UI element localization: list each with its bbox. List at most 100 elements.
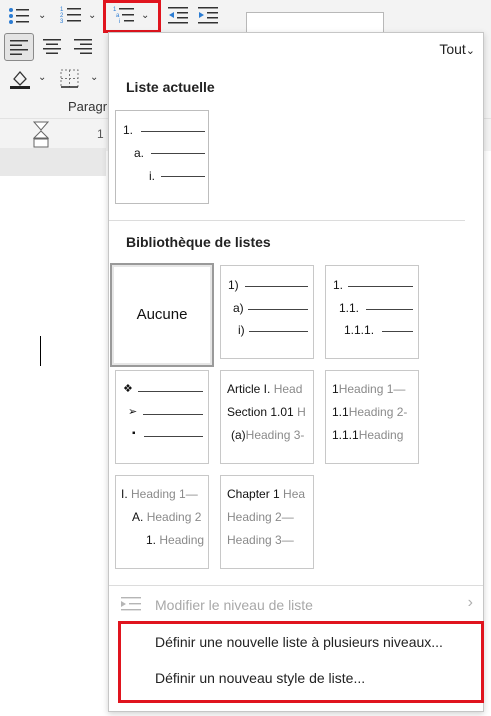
level-3-text: (a)Heading 3- (231, 428, 304, 442)
level-1-prefix: I. (121, 487, 128, 501)
none-label: Aucune (136, 306, 188, 323)
level-2-style: Heading 2 (146, 510, 202, 524)
level-3-line (382, 331, 413, 332)
level-2-label: a. (134, 146, 145, 160)
level-3-label: i. (149, 169, 155, 183)
change-level-label: Modifier le niveau de liste (155, 597, 313, 613)
level-2-prefix: 1.1 (332, 405, 349, 419)
level-1-label: 1) (228, 278, 239, 292)
filter-dropdown[interactable]: Tout⌄ (439, 41, 475, 57)
level-3-line (249, 331, 308, 332)
level-1-line (245, 286, 308, 287)
paragraph-group-label: Paragr (68, 99, 108, 114)
ruler-margin (0, 148, 106, 176)
level-1-line (138, 391, 203, 392)
decrease-indent-icon[interactable] (168, 6, 190, 24)
change-list-level-item[interactable]: Modifier le niveau de liste › (109, 588, 483, 622)
level-3-text: 1. Heading (146, 533, 204, 547)
divider (109, 220, 465, 221)
borders-icon[interactable] (60, 69, 80, 89)
change-level-icon (121, 597, 141, 611)
level-2-text: 1.1Heading 2- (332, 405, 407, 419)
level-3-line (161, 176, 205, 177)
level-1-style: Head (273, 382, 303, 396)
list-tile-heading-decimal[interactable]: 1Heading 1— 1.1Heading 2- 1.1.1Heading (325, 370, 419, 464)
library-title: Bibliothèque de listes (126, 234, 271, 250)
current-list-tile[interactable]: 1. a. i. (115, 110, 209, 204)
list-tile-none[interactable]: Aucune (110, 263, 214, 367)
level-2-line (248, 309, 308, 310)
level-1-style: Heading 1— (338, 382, 406, 396)
filter-label: Tout (439, 41, 466, 57)
level-2-line (151, 153, 205, 154)
multilevel-list-dropdown: Tout⌄ Liste actuelle 1. a. i. Bibliothèq… (108, 32, 484, 712)
increase-indent-icon[interactable] (198, 6, 220, 24)
level-3-prefix: (a) (231, 428, 246, 442)
level-3-style: Heading (358, 428, 404, 442)
chevron-right-icon: › (467, 594, 473, 611)
level-1-label: 1. (123, 123, 134, 137)
level-3-style: Heading 3- (245, 428, 305, 442)
level-1-text: Chapter 1 Hea (227, 487, 305, 501)
level-3-label: i) (238, 323, 245, 337)
shading-dropdown-chevron-icon[interactable]: ⌄ (38, 72, 46, 83)
level-1-text: I. Heading 1— (121, 487, 198, 501)
menu-items-highlight (118, 621, 484, 703)
chevron-down-icon: ⌄ (465, 45, 475, 57)
square-bullet-icon: ▪ (132, 428, 136, 439)
arrow-bullet-icon: ➢ (128, 406, 138, 418)
numbering-dropdown-chevron-icon[interactable]: ⌄ (88, 10, 96, 21)
level-2-line (366, 309, 413, 310)
ruler-number: 1 (97, 127, 104, 141)
svg-text:3: 3 (60, 19, 64, 25)
borders-dropdown-chevron-icon[interactable]: ⌄ (90, 72, 98, 83)
level-2-style: Heading 2— (227, 510, 294, 524)
level-1-label: 1. (333, 278, 344, 292)
level-1-prefix: Chapter 1 (227, 487, 280, 501)
align-right-icon[interactable] (74, 39, 92, 54)
bullets-icon[interactable] (8, 7, 30, 25)
level-2-prefix: A. (132, 510, 144, 524)
bullets-dropdown-chevron-icon[interactable]: ⌄ (38, 10, 46, 21)
list-tile-heading-roman[interactable]: I. Heading 1— A. Heading 2 1. Heading (115, 475, 209, 569)
level-2-style: H (297, 405, 306, 419)
level-2-label: a) (233, 301, 244, 315)
level-2-label: 1.1. (339, 301, 360, 315)
level-1-style: Heading 1— (131, 487, 198, 501)
level-1-line (348, 286, 413, 287)
level-2-text: Section 1.01 H (227, 405, 306, 419)
level-1-prefix: Article I. (227, 382, 271, 396)
level-3-prefix: 1. (146, 533, 157, 547)
list-tile-article-section[interactable]: Article I. Head Section 1.01 H (a)Headin… (220, 370, 314, 464)
align-center-icon[interactable] (43, 39, 61, 54)
level-3-prefix: 1.1.1 (332, 428, 359, 442)
level-3-style: Heading (159, 533, 205, 547)
text-caret (40, 336, 41, 366)
level-2-line (143, 414, 203, 415)
level-1-text: Article I. Head (227, 382, 302, 396)
list-tile-chapter[interactable]: Chapter 1 Hea Heading 2— Heading 3— (220, 475, 314, 569)
level-1-line (141, 131, 205, 132)
level-2-style: Heading 2- (348, 405, 408, 419)
list-tile-bullets[interactable]: ❖ ➢ ▪ (115, 370, 209, 464)
level-1-style: Hea (283, 487, 306, 501)
level-3-text: 1.1.1Heading (332, 428, 403, 442)
list-tile-decimal[interactable]: 1. 1.1. 1.1.1. (325, 265, 419, 359)
align-left-icon (10, 40, 28, 55)
divider (109, 585, 483, 586)
shading-icon[interactable] (10, 69, 32, 89)
numbering-icon[interactable]: 1 2 3 (60, 5, 82, 25)
diamond-bullet-icon: ❖ (123, 383, 133, 395)
level-3-line (144, 436, 203, 437)
level-2-prefix: Section 1.01 (227, 405, 294, 419)
multilevel-button-highlight (103, 0, 161, 33)
list-tile-paren[interactable]: 1) a) i) (220, 265, 314, 359)
level-2-text: A. Heading 2 (132, 510, 201, 524)
level-1-text: 1Heading 1— (332, 382, 405, 396)
indent-marker-icon[interactable] (33, 121, 49, 149)
current-list-title: Liste actuelle (126, 79, 215, 95)
level-1-prefix: 1 (332, 382, 339, 396)
level-3-label: 1.1.1. (344, 323, 375, 337)
level-3-style: Heading 3— (227, 533, 294, 547)
align-left-button[interactable] (4, 33, 34, 61)
